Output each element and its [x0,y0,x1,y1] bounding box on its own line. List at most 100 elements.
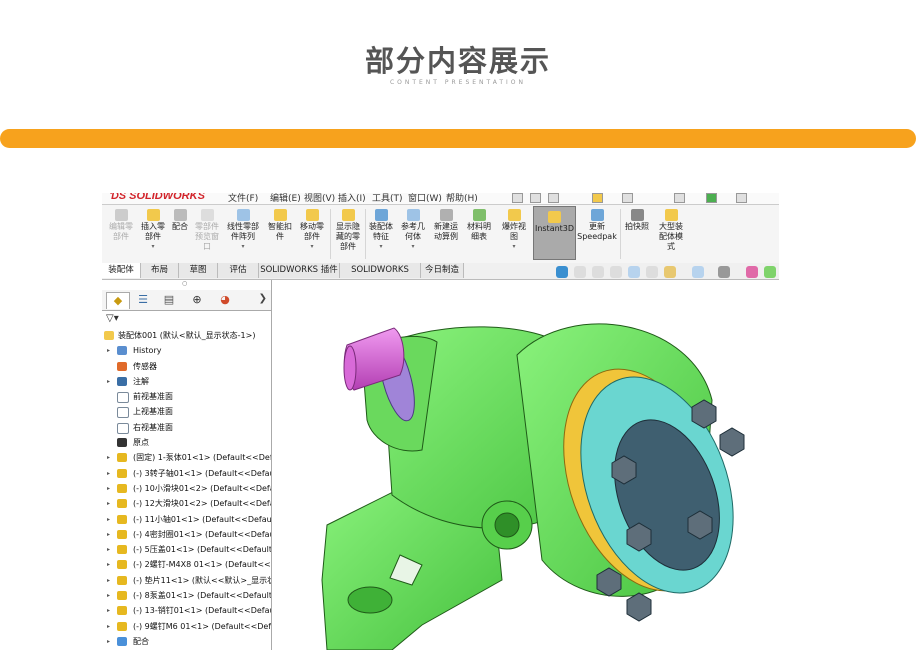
menu-help[interactable]: 帮助(H) [446,193,478,204]
tab-layout[interactable]: 布局 [141,263,179,278]
tab-assembly[interactable]: 装配体 [102,263,141,278]
expand-arrow-icon[interactable]: ▸ [107,619,110,634]
move-component-button[interactable]: 移动零 部件 ▾ [296,209,328,252]
view-orientation-icon[interactable] [556,266,568,278]
tree-item[interactable]: 右视基准面 [102,420,271,435]
print-icon[interactable] [622,193,633,203]
tree-item[interactable]: ▸ (-) 11小轴01<1> (Default<<Default>_ [102,512,271,527]
exploded-view-icon [507,209,521,221]
tree-item[interactable]: ▸ 注解 [102,374,271,389]
menu-edit[interactable]: 编辑(E) [270,193,301,204]
settings-icon[interactable] [736,193,747,203]
collapse-handle[interactable]: ○ [182,280,187,287]
edit-component-button[interactable]: 编辑零 部件 [104,209,138,242]
tree-item[interactable]: 上视基准面 [102,404,271,419]
scene-icon[interactable] [746,266,758,278]
tree-item[interactable]: ▸ (-) 4密封圈01<1> (Default<<Default>_ [102,527,271,542]
tree-item[interactable]: 原点 [102,435,271,450]
zoom-area-icon[interactable] [592,266,604,278]
insert-component-button[interactable]: 插入零 部件 ▾ [138,209,168,252]
tab-evaluate[interactable]: 评估 [218,263,259,278]
select-icon[interactable] [706,193,717,203]
menu-window[interactable]: 窗口(W) [408,193,442,204]
graphics-area[interactable] [272,280,779,650]
take-snapshot-button[interactable]: 拍快照 [622,209,652,232]
tree-item[interactable]: ▸ (-) 5压盖01<1> (Default<<Default>_Pl [102,542,271,557]
component-preview-button[interactable]: 零部件 预览窗 口 [192,209,222,252]
menu-insert[interactable]: 插入(I) [338,193,366,204]
section-view-icon[interactable] [628,266,640,278]
new-motion-study-button[interactable]: 新建运 动算例 [430,209,462,242]
exploded-view-button[interactable]: 爆炸视 图 ▾ [498,209,530,252]
tree-item[interactable]: ▸ (固定) 1-泵体01<1> (Default<<Default [102,450,271,465]
save-icon[interactable] [548,193,559,203]
rebuild-icon[interactable] [592,193,603,203]
expand-arrow-icon[interactable]: ▸ [107,496,110,511]
expand-arrow-icon[interactable]: ▸ [107,603,110,618]
dimxpert-tab[interactable]: ⊕ [186,292,208,308]
update-speedpak-button[interactable]: 更新 Speedpak [576,209,618,242]
new-motion-study-label: 新建运 动算例 [434,222,458,241]
view-settings-icon[interactable] [764,266,776,278]
menu-view[interactable]: 视图(V) [304,193,335,204]
menu-tools[interactable]: 工具(T) [372,193,403,204]
assembly-features-button[interactable]: 装配体 特征 ▾ [366,209,396,252]
reference-geometry-button[interactable]: 参考几 何体 ▾ [398,209,428,252]
tree-item[interactable]: ▸ History [102,343,271,358]
tab-addins[interactable]: SOLIDWORKS 插件 [259,263,340,278]
expand-arrow-icon[interactable]: ▸ [107,450,110,465]
expand-arrow-icon[interactable]: ▸ [107,573,110,588]
property-manager-tab[interactable]: ☰ [132,292,154,308]
tree-item[interactable]: ▸ (-) 2螺钉-M4X8 01<1> (Default<<Defa [102,557,271,572]
show-hidden-button[interactable]: 显示隐 藏的零 部件 [332,209,364,252]
tree-item[interactable]: ▸ (-) 9螺钉M6 01<1> (Default<<Default> [102,619,271,634]
tab-mbd[interactable]: SOLIDWORKS MBD [340,263,421,290]
tree-item[interactable]: ▸ (-) 8泵盖01<1> (Default<<Default>_Pl [102,588,271,603]
tree-root[interactable]: 装配体001 (默认<默认_显示状态-1>) [102,328,271,343]
tree-item[interactable]: ▸ (-) 垫片11<1> (默认<<默认>_显示状 [102,573,271,588]
expand-arrow-icon[interactable]: ▸ [107,466,110,481]
tab-manufacturing[interactable]: 今日制造 [421,263,464,278]
previous-view-icon[interactable] [610,266,622,278]
expand-arrow-icon[interactable]: ▸ [107,343,110,358]
tree-item[interactable]: 前视基准面 [102,389,271,404]
tree-item[interactable]: ▸ (-) 12大滑块01<2> (Default<<Default>_ [102,496,271,511]
large-assembly-button[interactable]: 大型装 配体模 式 [654,209,688,252]
menu-file[interactable]: 文件(F) [228,193,258,204]
instant3d-button[interactable]: Instant3D [533,206,576,260]
expand-arrow-icon[interactable]: ▸ [107,542,110,557]
chevron-right-icon[interactable]: ❯ [259,293,267,304]
feature-manager-tab[interactable]: ◆ [106,292,130,309]
tree-item[interactable]: ▸ 配合 [102,634,271,649]
linear-pattern-button[interactable]: 线性零部 件阵列 ▾ [224,209,262,252]
edit-appearance-icon[interactable] [718,266,730,278]
expand-arrow-icon[interactable]: ▸ [107,512,110,527]
expand-arrow-icon[interactable]: ▸ [107,634,110,649]
smart-fasteners-button[interactable]: 智能扣 件 [266,209,294,242]
display-manager-tab[interactable]: ◕ [214,292,236,308]
open-icon[interactable] [530,193,541,203]
tab-sketch[interactable]: 草图 [179,263,218,278]
dynamic-annotation-icon[interactable] [646,266,658,278]
tree-item[interactable]: ▸ (-) 13-销钉01<1> (Default<<Default>_ [102,603,271,618]
zoom-fit-icon[interactable] [574,266,586,278]
tree-item-label: (-) 4密封圈01<1> (Default<<Default>_ [133,529,271,539]
tree-item[interactable]: ▸ (-) 10小滑块01<2> (Default<<Default>_ [102,481,271,496]
bom-button[interactable]: 材料明 细表 [464,209,494,242]
tree-item-label: (-) 13-销钉01<1> (Default<<Default>_ [133,606,271,616]
tree-item[interactable]: ▸ (-) 3转子轴01<1> (Default<<Default>_ [102,466,271,481]
display-style-icon[interactable] [664,266,676,278]
tree-item[interactable]: 传感器 [102,359,271,374]
expand-arrow-icon[interactable]: ▸ [107,481,110,496]
expand-arrow-icon[interactable]: ▸ [107,527,110,542]
hide-show-icon[interactable] [692,266,704,278]
new-icon[interactable] [512,193,523,203]
expand-arrow-icon[interactable]: ▸ [107,588,110,603]
options-icon[interactable] [674,193,685,203]
expand-arrow-icon[interactable]: ▸ [107,374,110,389]
mate-button[interactable]: 配合 [168,209,192,232]
expand-arrow-icon[interactable]: ▸ [107,557,110,572]
config-manager-tab[interactable]: ▤ [158,292,180,308]
filter-icon[interactable]: ▽▾ [106,313,119,324]
part-icon [117,483,127,493]
